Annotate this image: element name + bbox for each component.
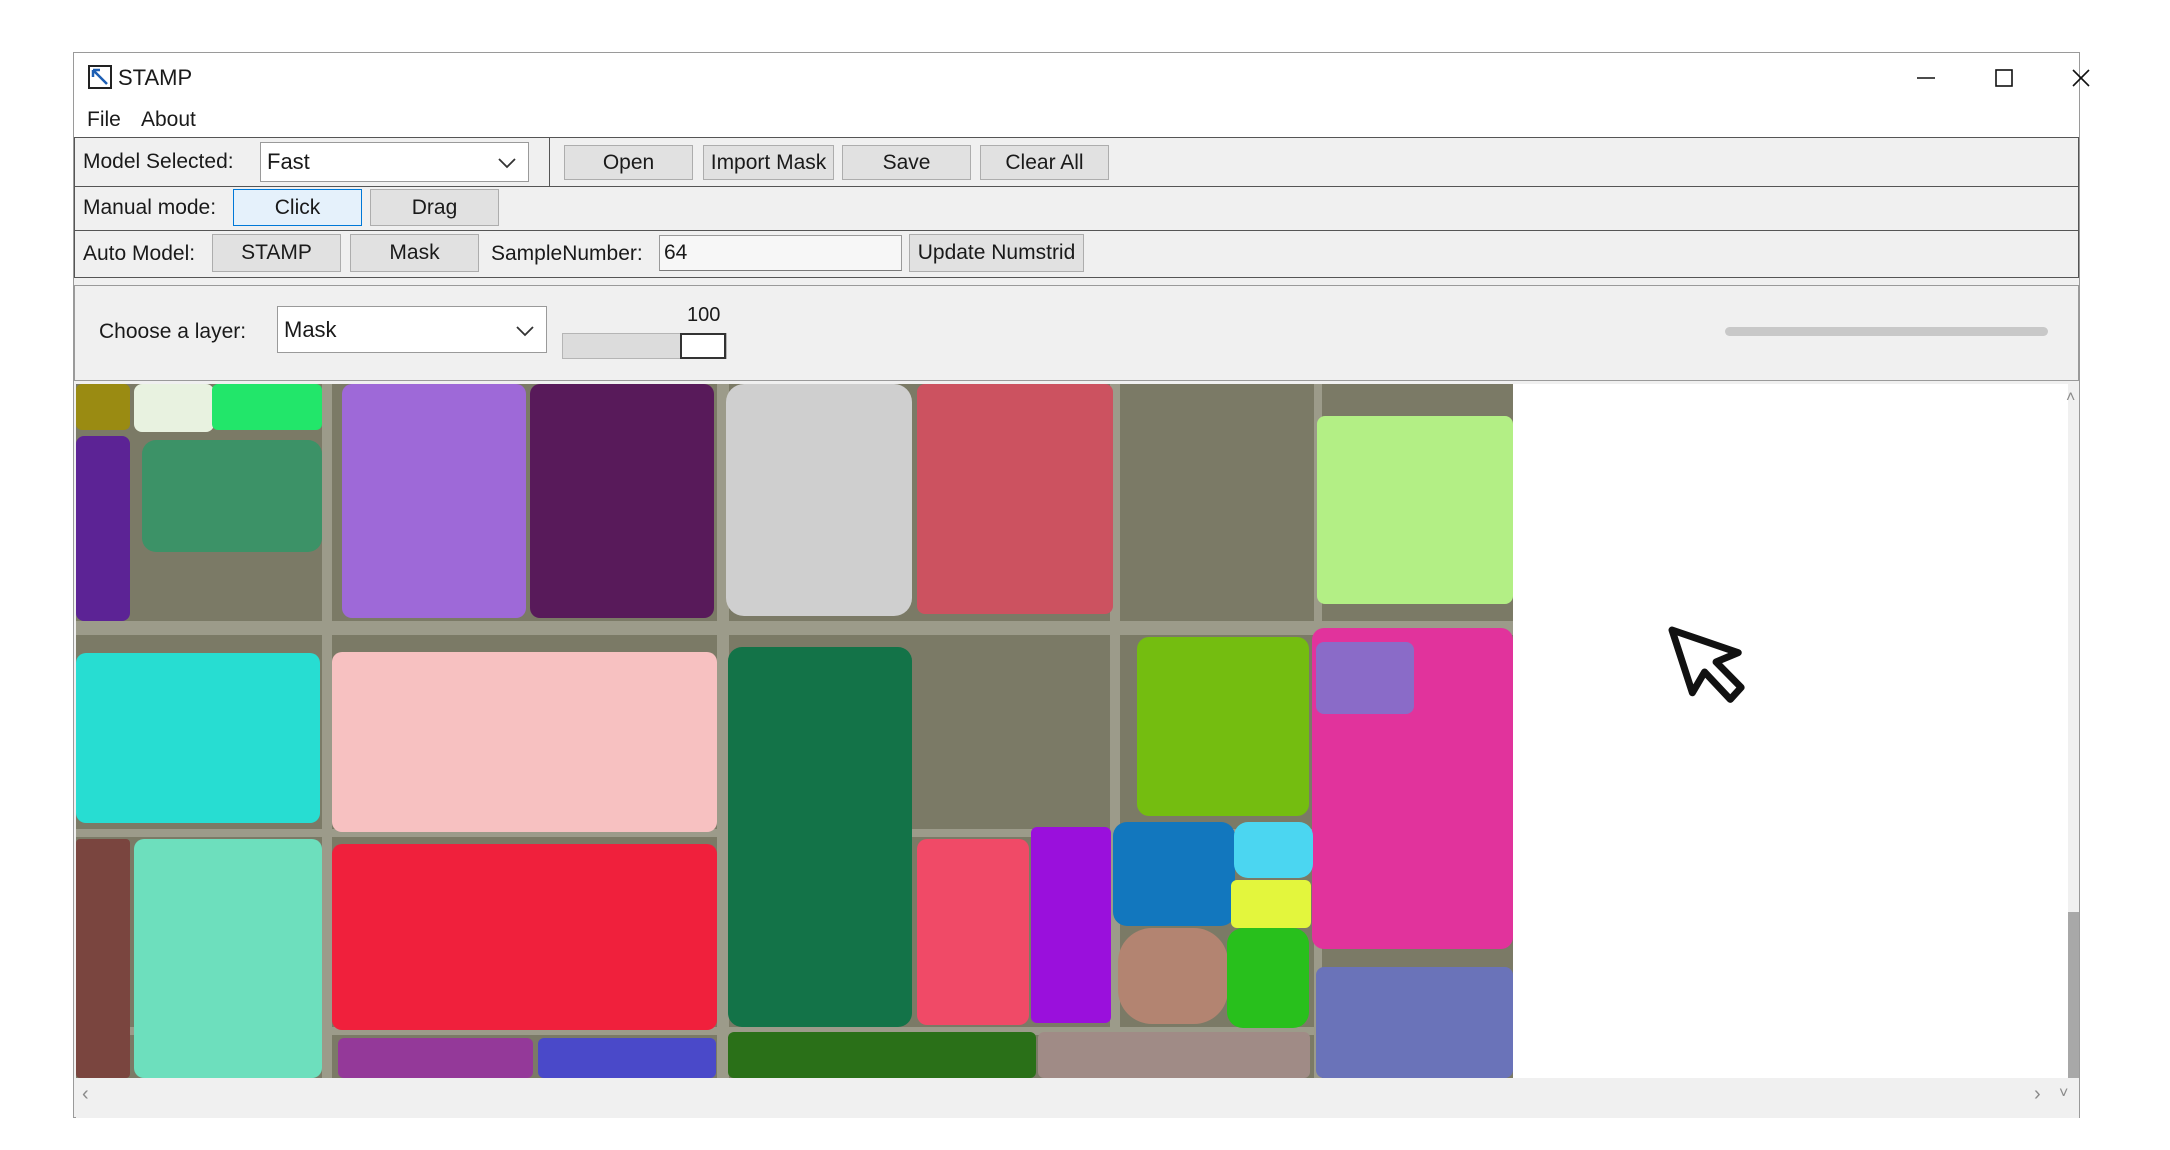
mask-segment bbox=[728, 647, 912, 1027]
layer-toolbar: Choose a layer: Mask 100 bbox=[74, 285, 2079, 381]
click-mode-button[interactable]: Click bbox=[233, 189, 362, 226]
mask-segment bbox=[917, 839, 1029, 1025]
menu-bar: File About bbox=[74, 103, 2079, 137]
chevron-down-icon bbox=[516, 317, 534, 343]
mask-segment bbox=[134, 384, 214, 432]
mask-segment bbox=[538, 1038, 716, 1078]
mask-segment bbox=[1316, 642, 1414, 714]
mask-segment bbox=[342, 384, 526, 618]
layer-select[interactable]: Mask bbox=[277, 306, 547, 353]
mask-segment bbox=[142, 440, 322, 552]
mask-segment bbox=[76, 436, 130, 621]
mask-segment bbox=[1113, 822, 1235, 926]
model-select[interactable]: Fast bbox=[260, 142, 529, 182]
mask-segment bbox=[1234, 822, 1313, 878]
auto-model-toolbar: Auto Model: STAMP Mask SampleNumber: 64 … bbox=[74, 230, 2079, 278]
minimize-button[interactable] bbox=[1888, 53, 1964, 103]
mask-segment bbox=[1316, 967, 1513, 1078]
mask-segment bbox=[332, 652, 717, 832]
vertical-scrollbar-thumb[interactable] bbox=[2068, 912, 2079, 1078]
manual-mode-label: Manual mode: bbox=[83, 196, 217, 219]
mask-segment bbox=[728, 1032, 1036, 1078]
mask-segment bbox=[917, 384, 1113, 614]
mask-button[interactable]: Mask bbox=[350, 234, 479, 272]
sample-number-value: 64 bbox=[664, 241, 688, 264]
drag-mode-button[interactable]: Drag bbox=[370, 189, 499, 226]
menu-file[interactable]: File bbox=[85, 107, 123, 133]
mask-segment bbox=[1231, 880, 1311, 928]
opacity-slider[interactable] bbox=[562, 333, 727, 359]
clear-all-button[interactable]: Clear All bbox=[980, 145, 1109, 180]
mask-segment bbox=[332, 844, 717, 1030]
auto-model-label: Auto Model: bbox=[83, 242, 196, 265]
sample-number-label: SampleNumber: bbox=[491, 242, 643, 265]
stamp-window: STAMP File About Model Selected: Fast Op… bbox=[73, 52, 2090, 1118]
segmentation-canvas[interactable] bbox=[76, 384, 2068, 1078]
toolbar-divider bbox=[549, 138, 550, 186]
mask-segment bbox=[76, 839, 130, 1078]
layer-select-value: Mask bbox=[284, 316, 337, 342]
scroll-right-icon[interactable]: › bbox=[2034, 1084, 2041, 1104]
mask-segment bbox=[76, 653, 320, 823]
mask-segment bbox=[338, 1038, 533, 1078]
model-toolbar: Model Selected: Fast Open Import Mask Sa… bbox=[74, 137, 2079, 187]
mask-segment bbox=[134, 839, 322, 1078]
close-icon bbox=[2072, 69, 2090, 87]
mask-segment bbox=[1031, 827, 1111, 1023]
choose-layer-label: Choose a layer: bbox=[99, 320, 247, 343]
vertical-scrollbar[interactable]: ˄ bbox=[2066, 384, 2079, 1078]
scroll-left-icon[interactable]: ‹ bbox=[82, 1084, 89, 1104]
mask-segment bbox=[1317, 416, 1513, 604]
mask-segment bbox=[530, 384, 714, 618]
stamp-button[interactable]: STAMP bbox=[212, 234, 341, 272]
app-logo-icon bbox=[88, 65, 112, 89]
arrow-cursor-icon bbox=[1668, 626, 1745, 703]
opacity-slider-thumb[interactable] bbox=[680, 333, 726, 359]
mask-segment bbox=[1038, 1032, 1310, 1078]
mask-segment bbox=[726, 384, 912, 616]
minimize-icon bbox=[1917, 77, 1935, 79]
window-title: STAMP bbox=[118, 65, 193, 90]
horizontal-scrollbar[interactable]: ‹ › ˅ bbox=[76, 1078, 2079, 1118]
image-canvas-area[interactable] bbox=[76, 384, 2068, 1078]
progress-bar bbox=[1725, 327, 2048, 336]
maximize-button[interactable] bbox=[1966, 53, 2042, 103]
mask-segment bbox=[1227, 928, 1309, 1028]
mask-segment bbox=[76, 384, 130, 430]
title-bar[interactable]: STAMP bbox=[74, 53, 2090, 103]
model-select-value: Fast bbox=[267, 149, 310, 174]
mask-segment bbox=[1118, 928, 1228, 1024]
mask-segment bbox=[1137, 637, 1309, 816]
model-selected-label: Model Selected: bbox=[83, 150, 234, 173]
scroll-up-icon[interactable]: ˄ bbox=[2066, 388, 2075, 408]
manual-mode-toolbar: Manual mode: Click Drag bbox=[74, 186, 2079, 231]
maximize-icon bbox=[1995, 69, 2013, 87]
update-numstrid-button[interactable]: Update Numstrid bbox=[909, 234, 1084, 272]
open-button[interactable]: Open bbox=[564, 145, 693, 180]
scroll-down-icon[interactable]: ˅ bbox=[2059, 1084, 2068, 1104]
mask-segment bbox=[212, 384, 322, 430]
save-button[interactable]: Save bbox=[842, 145, 971, 180]
import-mask-button[interactable]: Import Mask bbox=[703, 145, 834, 180]
opacity-value: 100 bbox=[687, 304, 721, 326]
sample-number-input[interactable]: 64 bbox=[659, 235, 902, 271]
close-button[interactable] bbox=[2043, 53, 2119, 103]
menu-about[interactable]: About bbox=[139, 107, 198, 133]
chevron-down-icon bbox=[498, 149, 516, 175]
